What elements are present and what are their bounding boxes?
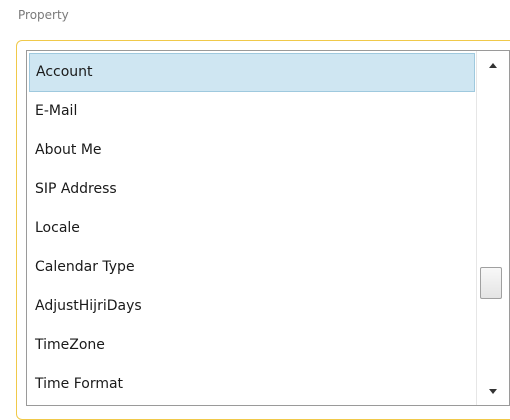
scroll-up-button[interactable] [477,51,509,79]
property-listbox[interactable]: Account E-Mail About Me SIP Address Loca… [26,50,510,406]
scroll-down-button[interactable] [477,377,509,405]
triangle-up-icon [489,62,497,68]
list-item-account[interactable]: Account [29,53,475,92]
list-item-timezone[interactable]: TimeZone [29,326,475,365]
property-list: Account E-Mail About Me SIP Address Loca… [29,53,475,404]
list-item-locale[interactable]: Locale [29,209,475,248]
list-item-calendar-type[interactable]: Calendar Type [29,248,475,287]
list-item-email[interactable]: E-Mail [29,92,475,131]
vertical-scrollbar[interactable] [476,51,509,405]
field-label: Property [18,8,69,22]
list-item-adjust-hijri-days[interactable]: AdjustHijriDays [29,287,475,326]
scroll-thumb[interactable] [480,267,502,299]
list-item-about-me[interactable]: About Me [29,131,475,170]
list-item-time-format[interactable]: Time Format [29,365,475,404]
triangle-down-icon [489,388,497,394]
list-item-sip-address[interactable]: SIP Address [29,170,475,209]
